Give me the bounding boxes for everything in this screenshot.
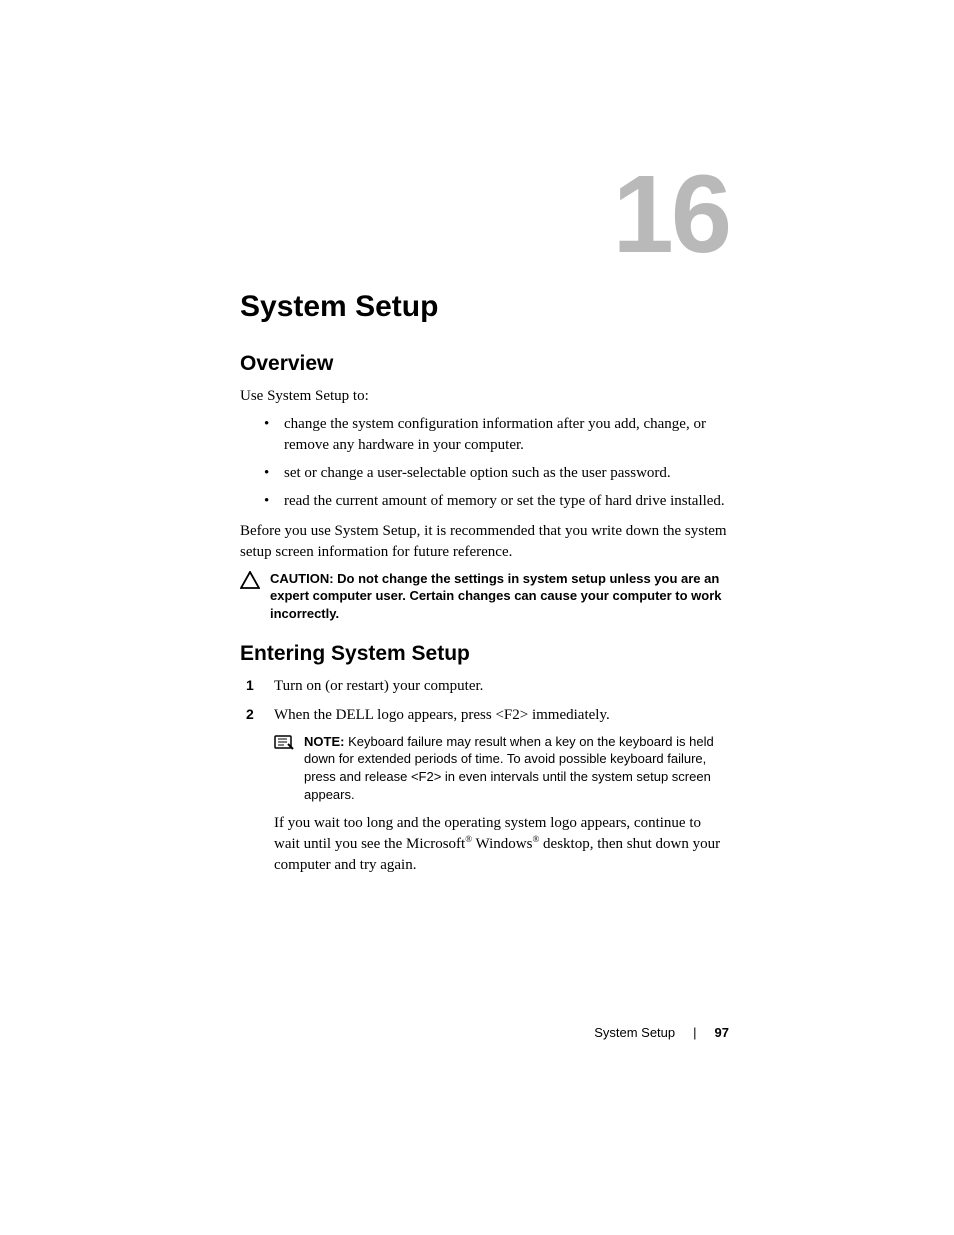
content-area: System Setup Overview Use System Setup t… bbox=[240, 290, 730, 883]
document-page: 16 System Setup Overview Use System Setu… bbox=[0, 0, 954, 1235]
note-text: NOTE: Keyboard failure may result when a… bbox=[304, 733, 730, 803]
footer-separator: | bbox=[693, 1025, 696, 1040]
footer-section: System Setup bbox=[594, 1025, 675, 1040]
section-heading-entering: Entering System Setup bbox=[240, 642, 730, 666]
note-body: Keyboard failure may result when a key o… bbox=[304, 734, 714, 802]
list-item: change the system configuration informat… bbox=[240, 414, 730, 455]
step-text: When the DELL logo appears, press <F2> i… bbox=[274, 707, 610, 723]
step-text: Turn on (or restart) your computer. bbox=[274, 678, 483, 694]
list-item: set or change a user-selectable option s… bbox=[240, 463, 730, 483]
step-item: Turn on (or restart) your computer. bbox=[240, 676, 730, 696]
overview-after-bullets: Before you use System Setup, it is recom… bbox=[240, 521, 730, 562]
section-heading-overview: Overview bbox=[240, 352, 730, 376]
chapter-number: 16 bbox=[613, 160, 729, 270]
note-icon bbox=[274, 734, 298, 756]
step-tail: If you wait too long and the operating s… bbox=[274, 813, 730, 875]
caution-icon bbox=[240, 571, 264, 594]
tail-mid: Windows bbox=[472, 836, 532, 852]
steps-list: Turn on (or restart) your computer. When… bbox=[240, 676, 730, 874]
footer-page-number: 97 bbox=[715, 1025, 729, 1040]
page-title: System Setup bbox=[240, 290, 730, 324]
list-item: read the current amount of memory or set… bbox=[240, 491, 730, 511]
note-label: NOTE: bbox=[304, 734, 348, 749]
caution-text: CAUTION: Do not change the settings in s… bbox=[270, 570, 730, 623]
overview-bullets: change the system configuration informat… bbox=[240, 414, 730, 511]
caution-label: CAUTION: bbox=[270, 571, 337, 586]
caution-body: Do not change the settings in system set… bbox=[270, 571, 722, 621]
step-item: When the DELL logo appears, press <F2> i… bbox=[240, 705, 730, 875]
caution-callout: CAUTION: Do not change the settings in s… bbox=[240, 570, 730, 623]
page-footer: System Setup | 97 bbox=[594, 1025, 729, 1040]
note-callout: NOTE: Keyboard failure may result when a… bbox=[274, 733, 730, 803]
overview-intro: Use System Setup to: bbox=[240, 386, 730, 406]
